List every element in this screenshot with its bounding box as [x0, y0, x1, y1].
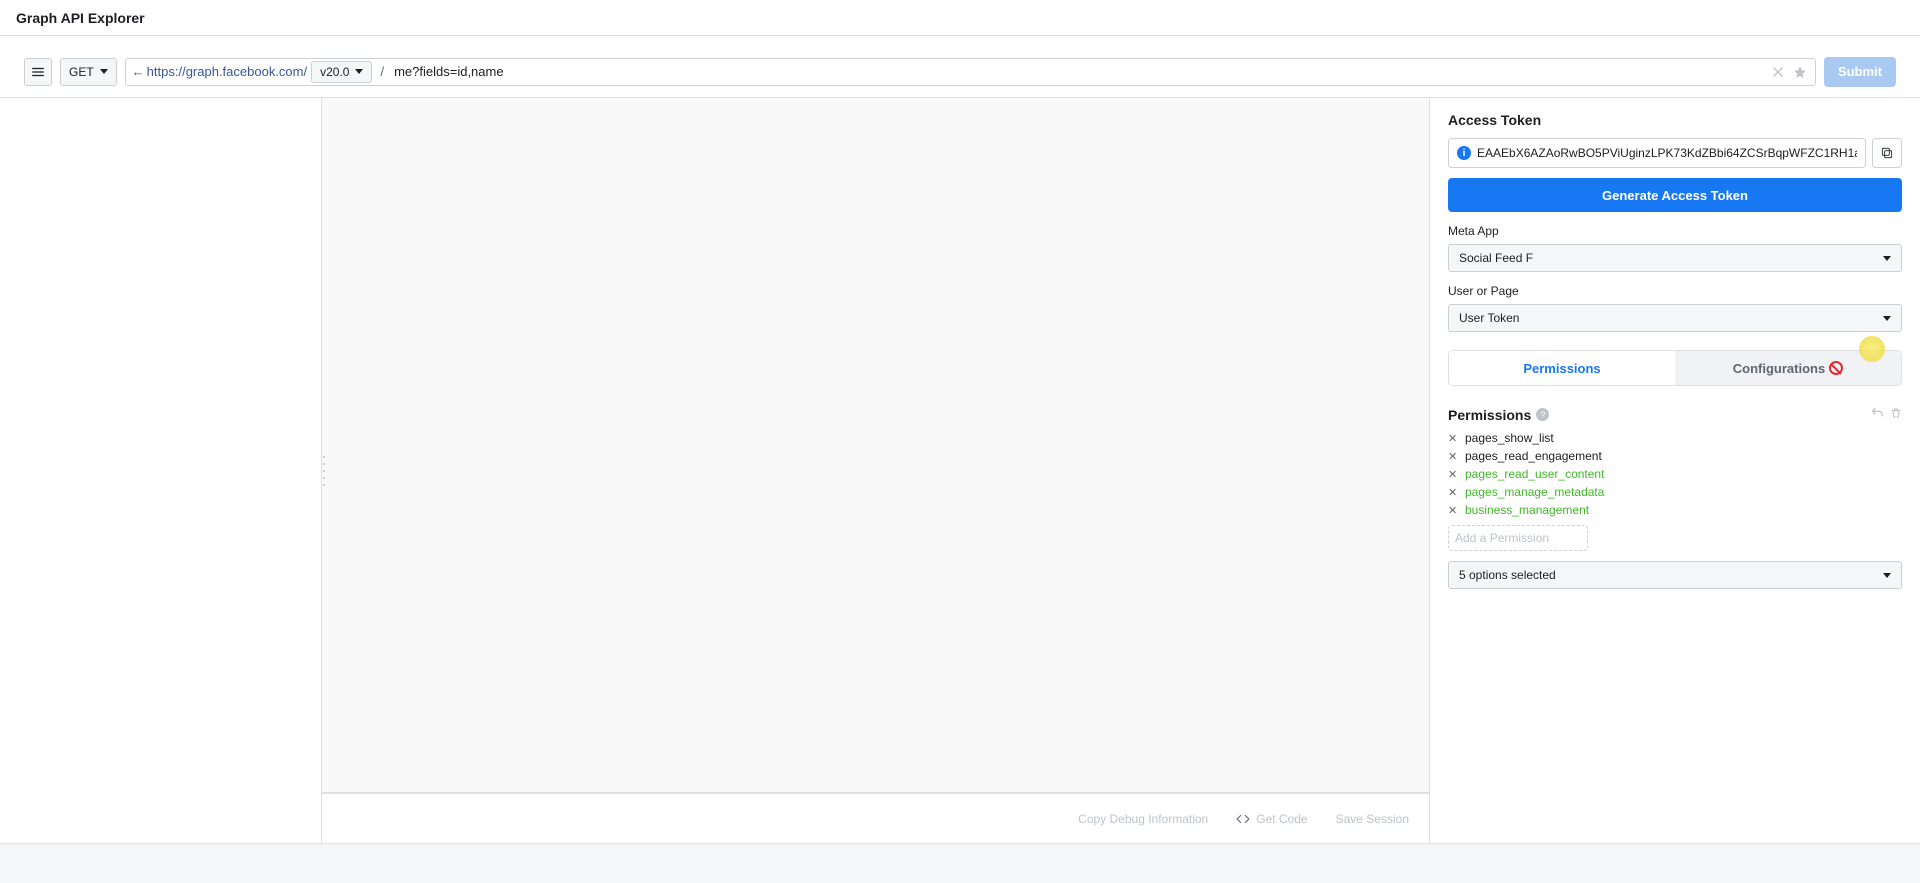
copy-debug-info-button[interactable]: Copy Debug Information	[1078, 812, 1208, 826]
permission-item: ✕ business_management	[1448, 503, 1902, 517]
meta-app-selector[interactable]: Social Feed F	[1448, 244, 1902, 272]
tab-row: Permissions Configurations	[1448, 350, 1902, 386]
request-toolbar: GET ← https://graph.facebook.com/ v20.0 …	[0, 46, 1920, 98]
info-icon: i	[1457, 146, 1471, 160]
base-url-text: https://graph.facebook.com/	[147, 64, 307, 79]
api-version-label: v20.0	[320, 65, 349, 79]
path-input[interactable]	[392, 60, 1765, 83]
save-session-label: Save Session	[1336, 812, 1409, 826]
permissions-header: Permissions ?	[1448, 406, 1902, 423]
access-token-value: EAAEbX6AZAoRwBO5PViUginzLPK73KdZBbi64ZCS…	[1477, 146, 1857, 160]
undo-icon	[1870, 406, 1884, 420]
permission-name: pages_show_list	[1465, 431, 1554, 445]
clear-permissions-button[interactable]	[1890, 406, 1902, 423]
caret-down-icon	[100, 69, 108, 74]
permission-item: ✕ pages_show_list	[1448, 431, 1902, 445]
left-pane	[0, 98, 322, 843]
permission-item: ✕ pages_read_engagement	[1448, 449, 1902, 463]
copy-debug-label: Copy Debug Information	[1078, 812, 1208, 826]
user-or-page-value: User Token	[1459, 311, 1519, 325]
remove-permission-button[interactable]: ✕	[1448, 468, 1460, 481]
meta-app-label: Meta App	[1448, 224, 1902, 238]
splitter-handle[interactable]	[321, 456, 327, 486]
tab-permissions[interactable]: Permissions	[1449, 351, 1675, 385]
http-method-label: GET	[69, 65, 94, 79]
add-permission-placeholder: Add a Permission	[1455, 531, 1549, 545]
favorite-button[interactable]	[1791, 63, 1809, 81]
main-content: Copy Debug Information Get Code Save Ses…	[0, 98, 1920, 843]
permission-name: pages_manage_metadata	[1465, 485, 1604, 499]
options-selected-dropdown[interactable]: 5 options selected	[1448, 561, 1902, 589]
help-icon[interactable]: ?	[1536, 408, 1549, 421]
page-title: Graph API Explorer	[16, 10, 145, 26]
code-icon	[1236, 812, 1250, 826]
remove-permission-button[interactable]: ✕	[1448, 486, 1460, 499]
access-token-title: Access Token	[1448, 112, 1902, 128]
user-or-page-selector[interactable]: User Token	[1448, 304, 1902, 332]
caret-down-icon	[355, 69, 363, 74]
remove-permission-button[interactable]: ✕	[1448, 450, 1460, 463]
cursor-highlight	[1859, 336, 1885, 362]
save-session-button[interactable]: Save Session	[1336, 812, 1409, 826]
remove-permission-button[interactable]: ✕	[1448, 432, 1460, 445]
center-pane: Copy Debug Information Get Code Save Ses…	[322, 98, 1430, 843]
arrow-left-icon: ←	[132, 64, 145, 79]
url-bar: ← https://graph.facebook.com/ v20.0 /	[125, 58, 1816, 86]
permission-name: pages_read_engagement	[1465, 449, 1602, 463]
meta-app-value: Social Feed F	[1459, 251, 1533, 265]
token-row: i EAAEbX6AZAoRwBO5PViUginzLPK73KdZBbi64Z…	[1448, 138, 1902, 168]
permissions-list: ✕ pages_show_list ✕ pages_read_engagemen…	[1448, 431, 1902, 517]
permissions-actions	[1870, 406, 1902, 423]
permission-name: pages_read_user_content	[1465, 467, 1604, 481]
clear-path-button[interactable]	[1769, 63, 1787, 81]
copy-token-button[interactable]	[1872, 138, 1902, 168]
response-body	[322, 98, 1429, 793]
right-pane: Access Token i EAAEbX6AZAoRwBO5PViUginzL…	[1430, 98, 1920, 843]
user-or-page-label: User or Page	[1448, 284, 1902, 298]
get-code-button[interactable]: Get Code	[1236, 812, 1307, 826]
trash-icon	[1890, 406, 1902, 420]
star-icon	[1793, 65, 1807, 79]
options-selected-label: 5 options selected	[1459, 568, 1556, 582]
permissions-title: Permissions	[1448, 407, 1531, 423]
get-code-label: Get Code	[1256, 812, 1307, 826]
permission-item: ✕ pages_manage_metadata	[1448, 485, 1902, 499]
hamburger-icon	[31, 65, 45, 79]
access-token-field[interactable]: i EAAEbX6AZAoRwBO5PViUginzLPK73KdZBbi64Z…	[1448, 138, 1866, 168]
permission-name: business_management	[1465, 503, 1589, 517]
undo-permissions-button[interactable]	[1870, 406, 1884, 423]
add-permission-input[interactable]: Add a Permission	[1448, 525, 1588, 551]
path-separator: /	[376, 64, 388, 79]
api-version-selector[interactable]: v20.0	[311, 61, 372, 83]
response-actions: Copy Debug Information Get Code Save Ses…	[322, 793, 1429, 843]
menu-button[interactable]	[24, 58, 52, 86]
permission-item: ✕ pages_read_user_content	[1448, 467, 1902, 481]
copy-icon	[1880, 146, 1894, 160]
footer	[0, 843, 1920, 883]
generate-token-button[interactable]: Generate Access Token	[1448, 178, 1902, 212]
caret-down-icon	[1883, 316, 1891, 321]
tab-configurations-label: Configurations	[1733, 361, 1825, 376]
http-method-selector[interactable]: GET	[60, 58, 117, 86]
close-icon	[1773, 67, 1783, 77]
tab-permissions-label: Permissions	[1523, 361, 1600, 376]
submit-button[interactable]: Submit	[1824, 57, 1896, 87]
app-header: Graph API Explorer	[0, 0, 1920, 36]
base-url-link[interactable]: ← https://graph.facebook.com/	[132, 64, 307, 79]
caret-down-icon	[1883, 573, 1891, 578]
caret-down-icon	[1883, 256, 1891, 261]
no-entry-icon	[1829, 361, 1843, 375]
remove-permission-button[interactable]: ✕	[1448, 504, 1460, 517]
